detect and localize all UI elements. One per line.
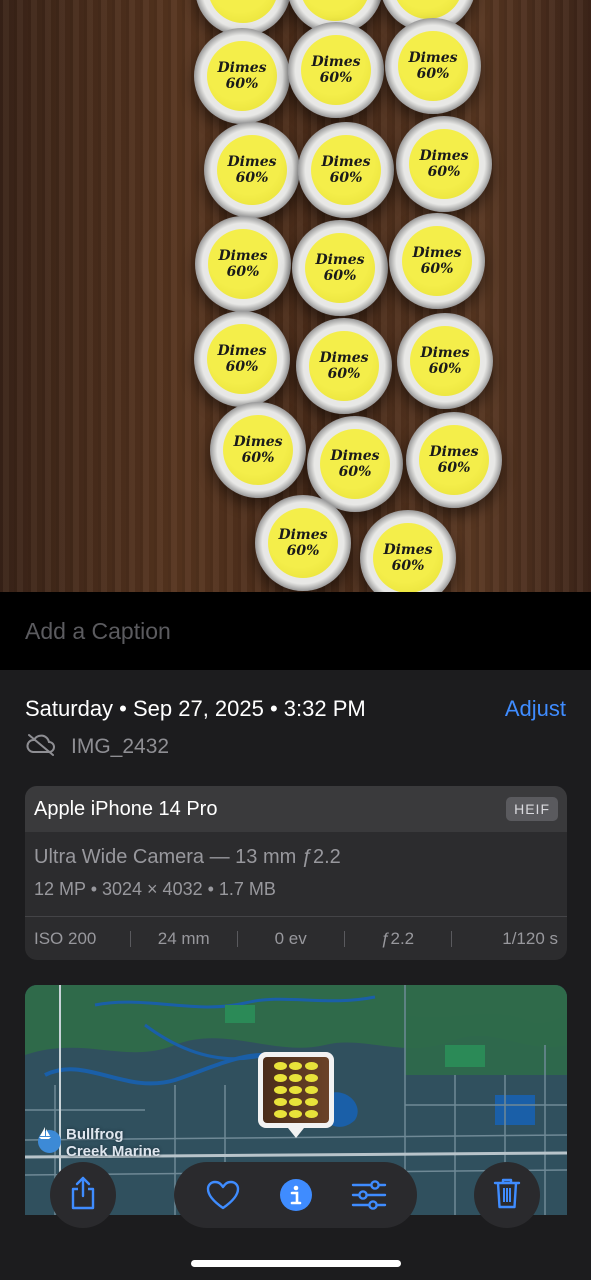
tube-cap: Dimes 60% xyxy=(385,18,481,114)
adjust-sliders-icon xyxy=(351,1180,386,1210)
tube-cap: Dimes 60% xyxy=(255,495,351,591)
exif-row: ISO 200 24 mm 0 ev ƒ2.2 1/120 s xyxy=(25,917,567,960)
tube-cap: Dimes 60% xyxy=(195,216,291,312)
photo-datetime: Saturday • Sep 27, 2025 • 3:32 PM xyxy=(25,696,366,721)
edit-button[interactable] xyxy=(349,1175,389,1215)
filename-row: IMG_2432 xyxy=(25,732,169,761)
tube-cap: Dimes 60% xyxy=(194,28,290,124)
format-badge: HEIF xyxy=(506,797,558,821)
tube-cap: Dimes 60% xyxy=(204,122,300,218)
exif-shutter-speed: 1/120 s xyxy=(451,929,567,949)
cloud-slash-icon xyxy=(25,732,57,761)
tube-cap: Dimes 60% xyxy=(288,22,384,118)
caption-placeholder: Add a Caption xyxy=(25,617,171,644)
tube-cap: Dimes 60% xyxy=(406,412,502,508)
info-icon xyxy=(279,1179,312,1211)
exif-focal-length: 24 mm xyxy=(130,929,237,949)
caption-field[interactable]: Add a Caption xyxy=(0,592,591,670)
tube-cap: Dimes 60% xyxy=(307,416,403,512)
exif-exposure-bias: 0 ev xyxy=(237,929,344,949)
tube-cap: Dimes 60% xyxy=(360,510,456,592)
filename: IMG_2432 xyxy=(71,734,170,758)
exif-iso: ISO 200 xyxy=(34,928,97,948)
camera-card-header: Apple iPhone 14 Pro HEIF xyxy=(25,786,567,832)
info-button[interactable] xyxy=(276,1175,316,1215)
tube-cap: Dimes 60% xyxy=(396,116,492,212)
exif-aperture: ƒ2.2 xyxy=(344,929,451,949)
sailboat-icon xyxy=(38,1127,61,1153)
camera-info-card: Apple iPhone 14 Pro HEIF Ultra Wide Came… xyxy=(25,786,567,960)
favorite-button[interactable] xyxy=(203,1175,243,1215)
delete-button[interactable] xyxy=(474,1162,540,1228)
place-name-line2: Creek Marine xyxy=(66,1143,161,1160)
image-specs: 12 MP • 3024 × 4032 • 1.7 MB xyxy=(34,879,276,899)
lens-info: Ultra Wide Camera — 13 mm ƒ2.2 xyxy=(34,846,341,868)
place-name-line1: Bullfrog xyxy=(66,1126,124,1143)
tube-cap: Dimes 60% xyxy=(292,220,388,316)
tube-cap: Dimes 60% xyxy=(298,122,394,218)
home-indicator[interactable] xyxy=(191,1260,401,1267)
tube-cap: Dimes 60% xyxy=(397,313,493,409)
tube-cap: Dimes 60% xyxy=(194,311,290,407)
share-button[interactable] xyxy=(50,1162,116,1228)
photo-thumbnail xyxy=(263,1057,329,1123)
share-icon xyxy=(69,1176,97,1215)
device-name: Apple iPhone 14 Pro xyxy=(34,797,218,820)
tube-cap: Dimes 60% xyxy=(210,402,306,498)
heart-icon xyxy=(206,1180,239,1210)
action-pill xyxy=(174,1162,417,1228)
photo-location-pin[interactable] xyxy=(258,1052,334,1138)
adjust-date-button[interactable]: Adjust xyxy=(505,696,566,722)
map-place-label[interactable]: Bullfrog Creek Marine xyxy=(38,1126,160,1160)
tube-cap: Dimes 60% xyxy=(389,213,485,309)
trash-icon xyxy=(493,1177,521,1214)
tube-cap: Dimes 60% xyxy=(296,318,392,414)
photo-view[interactable]: Dimes 60% Dimes 60% Dimes 60% Dimes 60% Dime… xyxy=(0,0,591,592)
